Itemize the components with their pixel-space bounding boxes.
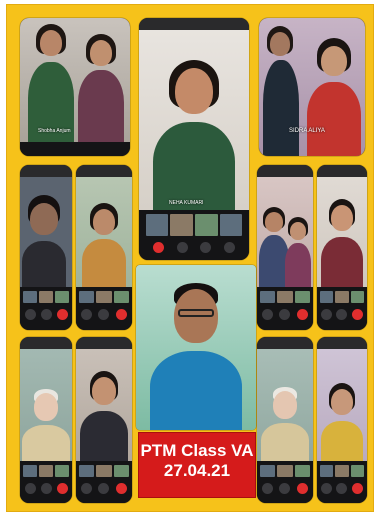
video-tile-bottom-right-a	[257, 337, 313, 503]
video-feed: NEHA KUMARI	[139, 30, 249, 210]
control-bar	[139, 210, 249, 260]
participant	[263, 26, 299, 156]
participant-thumbnails	[79, 465, 129, 477]
end-call-icon[interactable]	[153, 242, 165, 253]
call-controls	[76, 309, 132, 320]
participant-thumbnails	[145, 214, 243, 236]
participant	[307, 38, 361, 156]
participant-thumbnails	[23, 465, 69, 477]
call-controls	[317, 309, 367, 320]
participant	[261, 387, 309, 461]
status-bar	[20, 165, 72, 177]
participant-thumbnails	[320, 291, 364, 303]
call-controls	[20, 483, 72, 494]
participant	[82, 203, 126, 287]
call-controls	[257, 309, 313, 320]
control-bar	[76, 461, 132, 503]
call-controls	[139, 242, 249, 253]
participant	[80, 371, 128, 461]
status-bar	[317, 337, 367, 349]
video-feed	[317, 349, 367, 461]
participant	[321, 199, 363, 287]
control-bar	[257, 461, 313, 503]
participant-name: Shobha Anjum	[38, 128, 71, 134]
video-tile-row2-left-a	[20, 165, 72, 330]
control-bar	[76, 287, 132, 330]
control-bar	[20, 287, 72, 330]
status-bar	[76, 337, 132, 349]
participant	[28, 24, 74, 142]
participant-thumbnails	[320, 465, 364, 477]
video-tile-top-left: Shobha Anjum	[20, 18, 130, 156]
video-feed	[257, 177, 313, 287]
control-bar	[20, 461, 72, 503]
video-tile-row2-right-a	[257, 165, 313, 330]
participant-thumbnails	[260, 291, 310, 303]
participant	[321, 383, 363, 461]
ptm-caption-banner: PTM Class VA 27.04.21	[138, 432, 256, 498]
video-feed	[20, 177, 72, 287]
call-controls	[317, 483, 367, 494]
participant-thumbnails	[23, 291, 69, 303]
participant-thumbnails	[79, 291, 129, 303]
more-icon[interactable]	[223, 242, 235, 253]
status-bar	[139, 18, 249, 30]
participant	[153, 46, 235, 210]
video-feed: SIDRA ALIYA	[259, 18, 365, 156]
video-feed	[257, 349, 313, 461]
video-tile-top-middle: NEHA KUMARI	[139, 18, 249, 260]
video-feed	[136, 265, 256, 430]
call-controls	[76, 483, 132, 494]
video-feed	[317, 177, 367, 287]
status-bar	[20, 337, 72, 349]
video-tile-top-right: SIDRA ALIYA	[259, 18, 365, 156]
video-feed	[20, 349, 72, 461]
video-tile-bottom-left-b	[76, 337, 132, 503]
caption-date: 27.04.21	[163, 461, 231, 480]
control-bar	[317, 461, 367, 503]
participant	[150, 281, 242, 430]
caption-title: PTM Class VA	[140, 441, 254, 460]
participant	[285, 217, 311, 287]
call-controls	[20, 309, 72, 320]
control-bar	[257, 287, 313, 330]
video-feed	[76, 177, 132, 287]
mute-icon[interactable]	[176, 242, 188, 253]
participant	[22, 389, 70, 461]
video-tile-row2-left-b	[76, 165, 132, 330]
video-tile-center	[136, 265, 256, 430]
participant-thumbnails	[260, 465, 310, 477]
video-tile-row2-right-b	[317, 165, 367, 330]
status-bar	[257, 337, 313, 349]
participant-name: NEHA KUMARI	[169, 200, 204, 206]
status-bar	[76, 165, 132, 177]
status-bar	[317, 165, 367, 177]
video-tile-bottom-left-a	[20, 337, 72, 503]
participant	[78, 34, 124, 142]
call-controls	[257, 483, 313, 494]
status-bar	[257, 165, 313, 177]
participant	[22, 195, 66, 287]
video-tile-bottom-right-b	[317, 337, 367, 503]
camera-icon[interactable]	[200, 242, 212, 253]
control-bar	[20, 142, 130, 156]
video-feed	[76, 349, 132, 461]
glasses-icon	[178, 309, 214, 317]
participant-name: SIDRA ALIYA	[289, 128, 325, 134]
video-feed: Shobha Anjum	[20, 18, 130, 142]
control-bar	[317, 287, 367, 330]
